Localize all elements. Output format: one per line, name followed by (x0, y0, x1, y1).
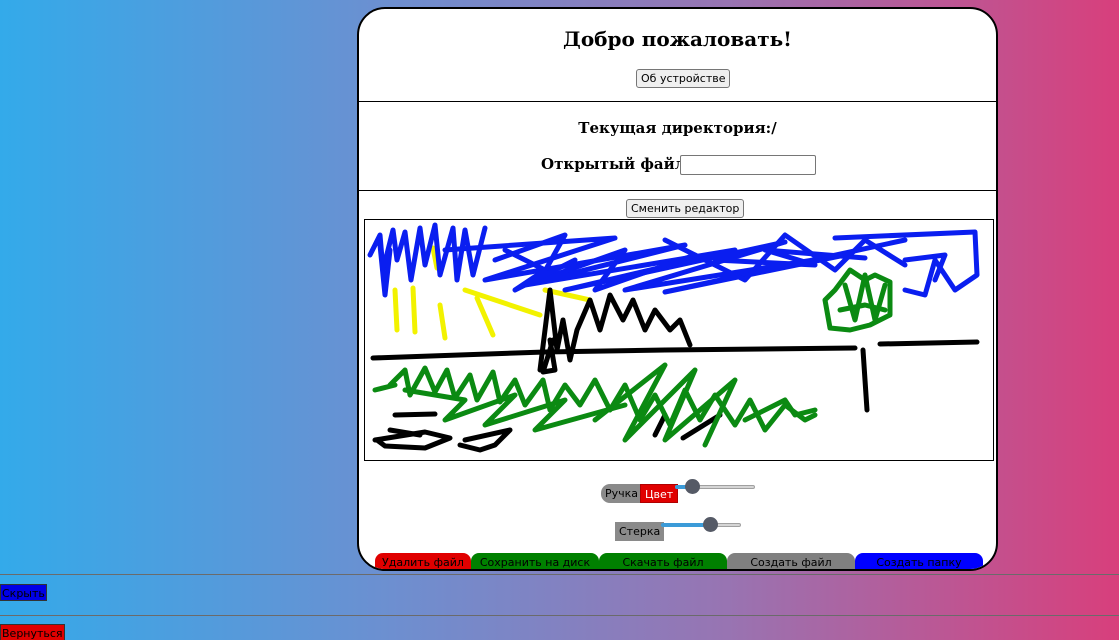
black-strokes (370, 287, 980, 453)
open-file-field[interactable] (680, 155, 816, 175)
drawing-svg (367, 222, 980, 453)
divider (359, 101, 996, 102)
pen-size-slider[interactable] (675, 479, 755, 495)
divider (359, 190, 996, 191)
divider (0, 574, 1119, 575)
current-directory-label: Текущая директория:/ (578, 119, 777, 137)
page-title: Добро пожаловать! (563, 27, 792, 51)
drawing-canvas[interactable] (364, 219, 994, 461)
slider-thumb[interactable] (685, 479, 700, 494)
delete-file-button[interactable]: Удалить файл (375, 553, 471, 569)
main-panel: Добро пожаловать! Об устройстве Текущая … (357, 7, 998, 571)
eraser-size-slider[interactable] (661, 517, 741, 533)
download-file-button[interactable]: Скачать файл (599, 553, 727, 569)
slider-thumb[interactable] (703, 517, 718, 532)
pen-tool-button[interactable]: Ручка (601, 484, 643, 503)
create-folder-button[interactable]: Создать папку (855, 553, 983, 569)
back-button[interactable]: Вернуться (0, 624, 65, 640)
divider (0, 615, 1119, 616)
eraser-tool-button[interactable]: Стерка (615, 522, 665, 541)
hide-button[interactable]: Скрыть (0, 584, 47, 601)
save-to-disk-button[interactable]: Сохранить на диск (471, 553, 599, 569)
open-file-label: Открытый файл: (541, 155, 691, 173)
create-file-button[interactable]: Создать файл (727, 553, 855, 569)
about-device-button[interactable]: Об устройстве (636, 69, 731, 88)
color-picker-button[interactable]: Цвет (640, 484, 679, 503)
switch-editor-button[interactable]: Сменить редактор (626, 199, 745, 218)
